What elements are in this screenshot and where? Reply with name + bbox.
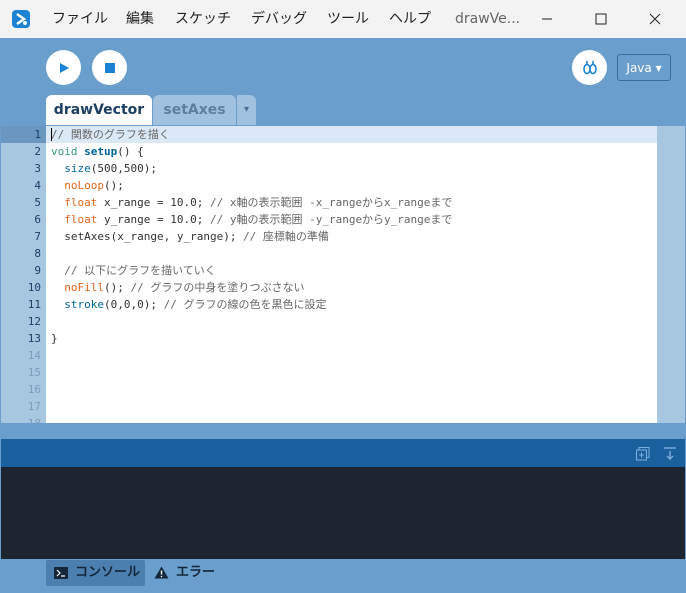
menu-help[interactable]: ヘルプ bbox=[389, 0, 431, 38]
code-text: () { bbox=[117, 145, 144, 158]
tab-console[interactable]: コンソール bbox=[46, 560, 145, 586]
line-number: 13 bbox=[27, 332, 41, 345]
code-comment: // y軸の表示範囲 -y_rangeからy_rangeまで bbox=[209, 213, 453, 226]
line-number: 8 bbox=[34, 247, 41, 260]
line-number: 16 bbox=[27, 383, 41, 396]
menu-debug[interactable]: デバッグ bbox=[251, 0, 307, 38]
maximize-button[interactable] bbox=[578, 0, 624, 38]
code-text: (500,500); bbox=[90, 162, 157, 175]
stop-icon bbox=[104, 62, 115, 73]
code-comment: // 関数のグラフを描く bbox=[51, 128, 170, 141]
code-comment: // 座標軸の準備 bbox=[243, 230, 329, 243]
line-number: 3 bbox=[34, 162, 41, 175]
menu-sketch[interactable]: スケッチ bbox=[175, 0, 231, 38]
close-icon bbox=[649, 13, 661, 25]
code-function: setup bbox=[84, 145, 118, 158]
line-number: 11 bbox=[27, 298, 41, 311]
tab-setaxes[interactable]: setAxes bbox=[153, 95, 236, 125]
copy-console-button[interactable] bbox=[636, 446, 650, 465]
warning-icon bbox=[154, 566, 169, 579]
menu-tools[interactable]: ツール bbox=[327, 0, 369, 38]
code-line-9: // 以下にグラフを描いていく bbox=[51, 262, 216, 279]
editor-bottom-bar bbox=[1, 423, 685, 439]
code-text: (); bbox=[104, 281, 131, 294]
code-text: x_range = 10.0; bbox=[97, 196, 210, 209]
line-number: 2 bbox=[34, 145, 41, 158]
console-header bbox=[1, 439, 685, 467]
terminal-icon bbox=[54, 567, 68, 579]
line-number: 7 bbox=[34, 230, 41, 243]
code-comment: // グラフの中身を塗りつぶさない bbox=[130, 281, 305, 294]
stop-button[interactable] bbox=[92, 50, 127, 85]
code-type: float bbox=[64, 213, 98, 226]
code-comment: // x軸の表示範囲 -x_rangeからx_rangeまで bbox=[209, 196, 453, 209]
line-number: 6 bbox=[34, 213, 41, 226]
code-line-3: size(500,500); bbox=[51, 160, 157, 177]
code-text: } bbox=[51, 332, 58, 345]
code-line-1: // 関数のグラフを描く bbox=[51, 126, 170, 143]
minimize-button[interactable] bbox=[524, 0, 570, 38]
code-comment: // グラフの線の色を黒色に設定 bbox=[163, 298, 327, 311]
line-number: 17 bbox=[27, 400, 41, 413]
code-editor[interactable]: // 関数のグラフを描く void setup() { size(500,500… bbox=[46, 126, 657, 423]
line-number: 4 bbox=[34, 179, 41, 192]
code-function: noLoop bbox=[64, 179, 104, 192]
code-text: (); bbox=[104, 179, 124, 192]
tab-errors[interactable]: エラー bbox=[154, 560, 224, 586]
play-icon bbox=[59, 62, 69, 73]
mode-selector[interactable]: Java ▾ bbox=[617, 54, 671, 81]
line-number: 1 bbox=[34, 128, 41, 141]
code-text: y_range = 10.0; bbox=[97, 213, 210, 226]
run-button[interactable] bbox=[46, 50, 81, 85]
line-number: 14 bbox=[27, 349, 41, 362]
debugger-button[interactable] bbox=[572, 50, 607, 85]
code-line-7: setAxes(x_range, y_range); // 座標軸の準備 bbox=[51, 228, 329, 245]
window-title: drawVe... bbox=[455, 11, 521, 27]
code-line-13: } bbox=[51, 330, 58, 347]
code-function: stroke bbox=[64, 298, 104, 311]
code-line-5: float x_range = 10.0; // x軸の表示範囲 -x_rang… bbox=[51, 194, 452, 211]
tab-drawvector[interactable]: drawVector bbox=[46, 95, 152, 125]
code-line-10: noFill(); // グラフの中身を塗りつぶさない bbox=[51, 279, 304, 296]
tab-menu-arrow[interactable]: ▾ bbox=[237, 95, 256, 125]
code-type: float bbox=[64, 196, 98, 209]
code-text: setAxes(x_range, y_range); bbox=[64, 230, 244, 243]
line-number: 10 bbox=[27, 281, 41, 294]
code-line-2: void setup() { bbox=[51, 143, 144, 160]
debugger-icon bbox=[582, 60, 597, 74]
code-line-11: stroke(0,0,0); // グラフの線の色を黒色に設定 bbox=[51, 296, 326, 313]
console-output[interactable] bbox=[1, 467, 685, 559]
menu-edit[interactable]: 編集 bbox=[126, 0, 154, 38]
code-comment: // 以下にグラフを描いていく bbox=[64, 264, 216, 277]
code-text: (0,0,0); bbox=[104, 298, 164, 311]
code-keyword: void bbox=[51, 145, 78, 158]
tab-console-label: コンソール bbox=[75, 565, 141, 580]
line-number: 12 bbox=[27, 315, 41, 328]
menu-file[interactable]: ファイル bbox=[52, 0, 108, 38]
processing-app-icon bbox=[12, 10, 30, 28]
line-number: 18 bbox=[1, 415, 41, 423]
clear-console-button[interactable] bbox=[663, 446, 677, 465]
clear-console-icon bbox=[664, 447, 676, 460]
minimize-icon bbox=[542, 18, 552, 20]
copy-icon bbox=[636, 447, 650, 461]
text-caret bbox=[51, 128, 52, 141]
line-number: 5 bbox=[34, 196, 41, 209]
maximize-icon bbox=[595, 13, 607, 25]
code-line-4: noLoop(); bbox=[51, 177, 124, 194]
line-number: 15 bbox=[27, 366, 41, 379]
code-line-6: float y_range = 10.0; // y軸の表示範囲 -y_rang… bbox=[51, 211, 452, 228]
editor-scroll-margin[interactable] bbox=[657, 126, 685, 423]
code-function: size bbox=[64, 162, 91, 175]
code-function: noFill bbox=[64, 281, 104, 294]
tab-errors-label: エラー bbox=[176, 565, 216, 580]
close-button[interactable] bbox=[632, 0, 678, 38]
line-number: 9 bbox=[34, 264, 41, 277]
